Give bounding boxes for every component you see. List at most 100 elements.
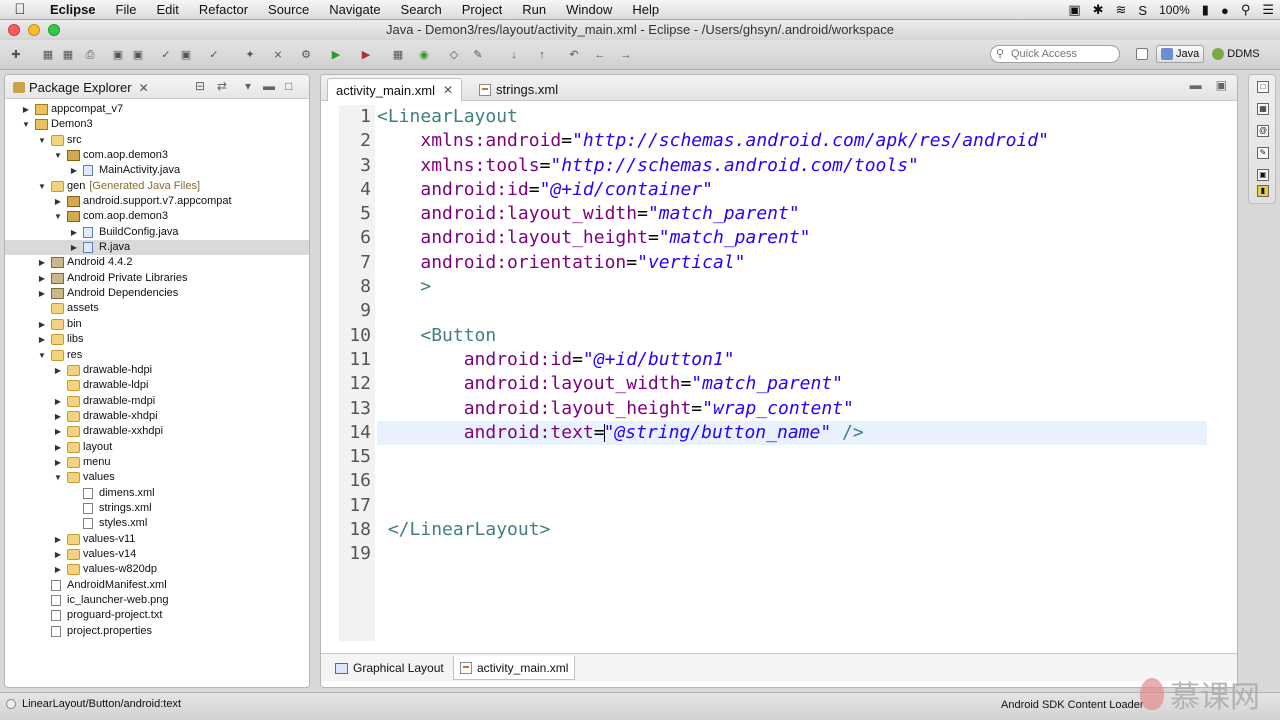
tree-item[interactable]: ▶ drawable-xhdpi [5,409,309,424]
code-line[interactable]: android:text="@string/button_name" /> [377,420,1207,446]
new-java-package-icon[interactable]: ▦ [390,47,406,63]
close-icon[interactable]: ✕ [443,83,453,97]
collapsed-arrow-icon[interactable]: ▶ [21,102,31,117]
collapsed-arrow-icon[interactable]: ▶ [53,409,63,424]
tree-item[interactable]: ▶ appcompat_v7 [5,102,309,117]
view-menu-icon[interactable]: ▾ [245,79,251,93]
tree-item[interactable]: ▶ bin [5,317,309,332]
s-icon[interactable]: S [1138,3,1147,18]
code-line[interactable] [377,542,1207,566]
skip-breakpoints-icon[interactable]: ⨯ [270,47,286,63]
tree-item[interactable]: ▶ R.java [5,240,309,256]
menu-navigate[interactable]: Navigate [319,2,390,17]
spotlight-search-icon[interactable]: ⚲ [1241,2,1251,18]
open-type-icon[interactable]: ✦ [242,47,258,63]
menu-app-name[interactable]: Eclipse [40,2,106,17]
expanded-arrow-icon[interactable]: ▼ [53,148,63,163]
code-line[interactable]: <LinearLayout [377,105,1207,129]
collapsed-arrow-icon[interactable]: ▶ [69,240,79,255]
tab-xml-source[interactable]: activity_main.xml [453,656,576,680]
tree-item[interactable]: ▶ libs [5,332,309,347]
perspective-ddms[interactable]: DDMS [1208,46,1263,62]
menu-search[interactable]: Search [391,2,452,17]
save-icon[interactable]: ▦ [40,47,56,63]
forward-icon[interactable]: → [618,47,634,63]
tree-item[interactable]: ▶ menu [5,455,309,470]
tab-graphical-layout[interactable]: Graphical Layout [329,656,450,680]
collapsed-arrow-icon[interactable]: ▶ [53,194,63,209]
collapsed-arrow-icon[interactable]: ▶ [37,286,47,301]
tree-item[interactable]: ▶ Android Private Libraries [5,271,309,286]
logcat-view-icon[interactable]: ▮ [1257,185,1269,197]
tree-item[interactable]: ▶ layout [5,440,309,455]
tree-item[interactable]: ▶ values-v11 [5,532,309,547]
collapsed-arrow-icon[interactable]: ▶ [37,332,47,347]
maximize-view-icon[interactable]: □ [285,79,292,93]
tree-item[interactable]: ▶ BuildConfig.java [5,225,309,240]
code-line[interactable]: </LinearLayout> [377,518,1207,542]
collapsed-arrow-icon[interactable]: ▶ [53,424,63,439]
new-android-xml-icon[interactable]: ✓ [206,47,222,63]
tree-item[interactable]: ▶ MainActivity.java [5,163,309,178]
code-line[interactable] [377,445,1207,469]
tree-item[interactable]: drawable-ldpi [5,378,309,393]
collapsed-arrow-icon[interactable]: ▶ [53,440,63,455]
last-edit-location-icon[interactable]: ↶ [566,47,582,63]
tree-item[interactable]: project.properties [5,624,309,639]
console-view-icon[interactable]: ▣ [1257,169,1269,181]
menu-file[interactable]: File [106,2,147,17]
expanded-arrow-icon[interactable]: ▼ [37,133,47,148]
menu-help[interactable]: Help [622,2,669,17]
outline-view-icon[interactable]: ▦ [1257,103,1269,115]
window-close-button[interactable] [8,24,20,36]
tree-item[interactable]: dimens.xml [5,486,309,501]
menu-source[interactable]: Source [258,2,319,17]
collapsed-arrow-icon[interactable]: ▶ [53,394,63,409]
code-line[interactable]: android:layout_width="match_parent" [377,202,1207,226]
apple-icon[interactable]:  [0,1,40,18]
code-line[interactable]: > [377,275,1207,299]
expanded-arrow-icon[interactable]: ▼ [53,209,63,224]
debug-icon[interactable]: ⚙ [298,47,314,63]
tree-item[interactable]: ▶ drawable-xxhdpi [5,424,309,439]
tree-item[interactable]: ic_launcher-web.png [5,593,309,608]
back-icon[interactable]: ← [592,47,608,63]
menu-window[interactable]: Window [556,2,622,17]
expanded-arrow-icon[interactable]: ▼ [21,117,31,132]
code-line[interactable]: xmlns:tools="http://schemas.android.com/… [377,154,1207,178]
new-icon[interactable]: ✚ [8,47,24,63]
battery-icon[interactable]: ▮ [1202,2,1209,18]
collapsed-arrow-icon[interactable]: ▶ [53,363,63,378]
tree-item[interactable]: ▼ com.aop.demon3 [5,148,309,163]
collapsed-arrow-icon[interactable]: ▶ [53,547,63,562]
avd-manager-icon[interactable]: ▣ [130,47,146,63]
tree-item[interactable]: ▶ values-w820dp [5,562,309,577]
code-line[interactable] [377,469,1207,493]
collapsed-arrow-icon[interactable]: ▶ [37,271,47,286]
minimize-view-icon[interactable]: ▬ [263,79,275,93]
tree-item[interactable]: ▼ res [5,348,309,363]
tree-item[interactable]: ▶ Android 4.4.2 [5,255,309,270]
android-project-icon[interactable]: ▣ [178,47,194,63]
tree-item[interactable]: ▶ android.support.v7.appcompat [5,194,309,209]
tree-item[interactable]: proguard-project.txt [5,608,309,623]
tree-item[interactable]: ▶ Android Dependencies [5,286,309,301]
print-icon[interactable]: ⎙ [82,47,98,63]
tree-item[interactable]: assets [5,301,309,316]
collapsed-arrow-icon[interactable]: ▶ [69,163,79,178]
collapsed-arrow-icon[interactable]: ▶ [37,255,47,270]
declaration-view-icon[interactable]: ✎ [1257,147,1269,159]
perspective-java[interactable]: Java [1156,45,1205,63]
search-toolbar-icon[interactable]: ✎ [470,47,486,63]
tree-item[interactable]: ▼ src [5,133,309,148]
code-line[interactable]: android:layout_height="match_parent" [377,226,1207,250]
expanded-arrow-icon[interactable]: ▼ [37,179,47,194]
code-line[interactable]: android:layout_width="match_parent" [377,372,1207,396]
link-with-editor-icon[interactable]: ⇄ [217,79,227,93]
code-line[interactable]: xmlns:android="http://schemas.android.co… [377,129,1207,153]
wifi-icon[interactable]: ≋ [1116,2,1127,18]
window-zoom-button[interactable] [48,24,60,36]
tree-item[interactable]: ▶ drawable-mdpi [5,394,309,409]
collapsed-arrow-icon[interactable]: ▶ [69,225,79,240]
expanded-arrow-icon[interactable]: ▼ [53,470,63,485]
